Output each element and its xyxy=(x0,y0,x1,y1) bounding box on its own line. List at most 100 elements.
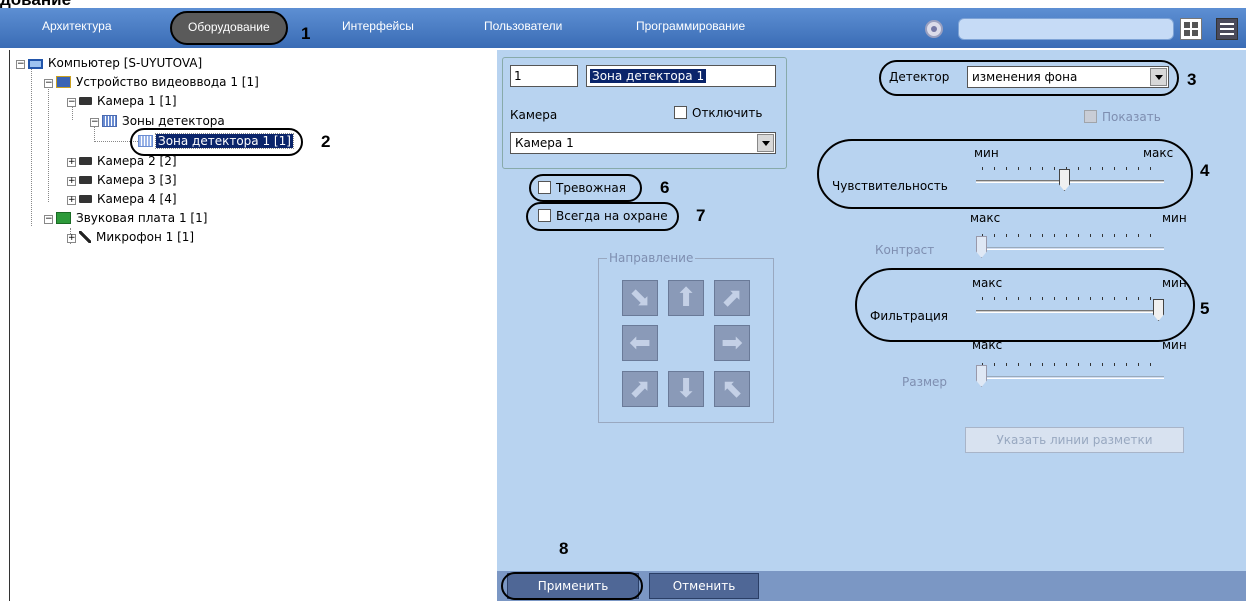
disable-label: Отключить xyxy=(692,106,763,120)
show-checkbox-box[interactable] xyxy=(1084,110,1097,123)
tab-interfaces[interactable]: Интерфейсы xyxy=(342,19,414,33)
expand-icon[interactable]: + xyxy=(67,196,76,205)
slider-track xyxy=(976,376,1164,379)
filtration-right-label: мин xyxy=(1162,276,1187,290)
zone-settings-panel: 1 Зона детектора 1 Камера Отключить Каме… xyxy=(497,50,1246,571)
arrow-up-right-lower-button[interactable]: ⬈ xyxy=(622,371,658,407)
arrow-left-button[interactable]: ⬅ xyxy=(622,325,658,361)
camera-icon xyxy=(79,195,92,203)
slider-thumb[interactable] xyxy=(976,365,987,387)
direction-group: Направление ⬊ ⬆ ⬈ ⬅ ➡ ⬈ ⬇ ⬉ xyxy=(598,251,774,423)
slider-track xyxy=(976,180,1164,183)
hardware-tree-panel: − Компьютер [S-UYUTOVA] − Устройство видео… xyxy=(9,50,497,601)
zone-name-field[interactable]: Зона детектора 1 xyxy=(586,65,776,87)
chevron-down-icon[interactable] xyxy=(757,134,774,152)
collapse-icon[interactable]: − xyxy=(16,60,25,69)
settings-gear-icon[interactable] xyxy=(925,20,943,38)
size-right-label: мин xyxy=(1162,338,1187,352)
expand-icon[interactable]: + xyxy=(67,158,76,167)
tree-connector xyxy=(48,84,49,202)
camera-select[interactable]: Камера 1 xyxy=(510,132,776,154)
callout-outline-7 xyxy=(526,202,679,231)
detector-label: Детектор xyxy=(889,70,950,84)
tab-hardware[interactable]: Оборудование xyxy=(170,11,288,45)
size-slider[interactable] xyxy=(974,356,1169,390)
collapse-icon[interactable]: − xyxy=(90,118,99,127)
slider-ticks xyxy=(982,297,1160,300)
contrast-slider[interactable] xyxy=(974,227,1169,261)
size-label: Размер xyxy=(902,375,948,389)
slider-thumb[interactable] xyxy=(1059,169,1070,191)
filtration-left-label: макс xyxy=(972,276,1003,290)
set-markup-lines-button[interactable]: Указать линии разметки xyxy=(965,427,1184,453)
detector-type-select[interactable]: изменения фона xyxy=(967,66,1169,88)
arrow-up-left-button[interactable]: ⬉ xyxy=(714,371,750,407)
arrow-up-button[interactable]: ⬆ xyxy=(668,280,704,316)
contrast-left-label: макс xyxy=(970,211,1001,225)
camera-icon xyxy=(79,157,92,165)
disable-checkbox[interactable]: Отключить xyxy=(674,106,762,120)
contrast-label: Контраст xyxy=(875,243,935,257)
slider-thumb[interactable] xyxy=(976,236,987,258)
collapse-icon[interactable]: − xyxy=(67,98,76,107)
camera-select-value: Камера 1 xyxy=(515,136,574,150)
callout-number-8: 8 xyxy=(559,539,569,558)
tree-item-camera-4[interactable]: + Камера 4 [4] xyxy=(67,191,179,208)
size-left-label: макс xyxy=(972,338,1003,352)
slider-ticks xyxy=(982,363,1160,366)
arrow-down-button[interactable]: ⬇ xyxy=(668,371,704,407)
zone-properties-box: 1 Зона детектора 1 Камера Отключить Каме… xyxy=(502,57,787,169)
arrow-right-button[interactable]: ➡ xyxy=(714,325,750,361)
disable-checkbox-box[interactable] xyxy=(674,106,687,119)
sensitivity-slider[interactable] xyxy=(974,160,1169,194)
top-search-input[interactable] xyxy=(958,18,1174,40)
zone-id-field[interactable]: 1 xyxy=(510,65,578,87)
slider-thumb[interactable] xyxy=(1153,299,1164,321)
callout-outline-8 xyxy=(501,572,643,600)
callout-outline-6 xyxy=(529,174,642,202)
tree-item-camera-3[interactable]: + Камера 3 [3] xyxy=(67,172,179,189)
zone-name-value: Зона детектора 1 xyxy=(590,69,707,83)
slider-ticks xyxy=(982,167,1160,170)
tree-item-computer[interactable]: − Компьютер [S-UYUTOVA] xyxy=(16,55,204,72)
menu-icon[interactable] xyxy=(1216,18,1238,40)
tree-item-camera-1[interactable]: − Камера 1 [1] xyxy=(67,93,179,110)
show-label: Показать xyxy=(1102,110,1161,124)
collapse-icon[interactable]: − xyxy=(44,79,53,88)
tab-architecture[interactable]: Архитектура xyxy=(42,19,112,33)
tab-users[interactable]: Пользователи xyxy=(484,19,562,33)
direction-title: Направление xyxy=(607,251,696,265)
camera-icon xyxy=(79,176,92,184)
sensitivity-label: Чувствительность xyxy=(832,179,948,193)
expand-icon[interactable]: + xyxy=(67,234,76,243)
camera-icon xyxy=(79,97,92,105)
computer-icon xyxy=(28,59,43,69)
callout-number-2: 2 xyxy=(321,132,331,151)
cancel-button[interactable]: Отменить xyxy=(649,573,759,599)
sensitivity-max-label: макс xyxy=(1143,146,1174,160)
top-tab-bar: Архитектура Оборудование Интерфейсы Поль… xyxy=(0,8,1246,48)
slider-track xyxy=(976,247,1164,250)
arrow-up-right-button[interactable]: ⬈ xyxy=(714,280,750,316)
sensitivity-min-label: мин xyxy=(974,146,999,160)
sound-card-icon xyxy=(56,212,71,224)
show-checkbox[interactable]: Показать xyxy=(1084,110,1161,124)
microphone-icon xyxy=(79,231,91,243)
chevron-down-icon[interactable] xyxy=(1150,68,1167,86)
filtration-label: Фильтрация xyxy=(870,309,949,323)
tree-item-microphone[interactable]: + Микрофон 1 [1] xyxy=(67,229,196,246)
expand-icon[interactable]: + xyxy=(67,177,76,186)
tab-programming[interactable]: Программирование xyxy=(636,19,745,33)
slider-track xyxy=(976,310,1164,313)
layout-grid-icon[interactable] xyxy=(1180,18,1202,40)
camera-label: Камера xyxy=(510,108,558,122)
video-device-icon xyxy=(56,76,71,88)
filtration-slider[interactable] xyxy=(974,290,1169,324)
tree-item-sound-card[interactable]: − Звуковая плата 1 [1] xyxy=(44,210,209,227)
collapse-icon[interactable]: − xyxy=(44,215,53,224)
arrow-down-right-button[interactable]: ⬊ xyxy=(622,280,658,316)
slider-ticks xyxy=(982,234,1160,237)
tree-item-video-device[interactable]: − Устройство видеоввода 1 [1] xyxy=(44,74,261,91)
tree-connector xyxy=(31,66,32,226)
callout-number-5: 5 xyxy=(1200,299,1210,318)
